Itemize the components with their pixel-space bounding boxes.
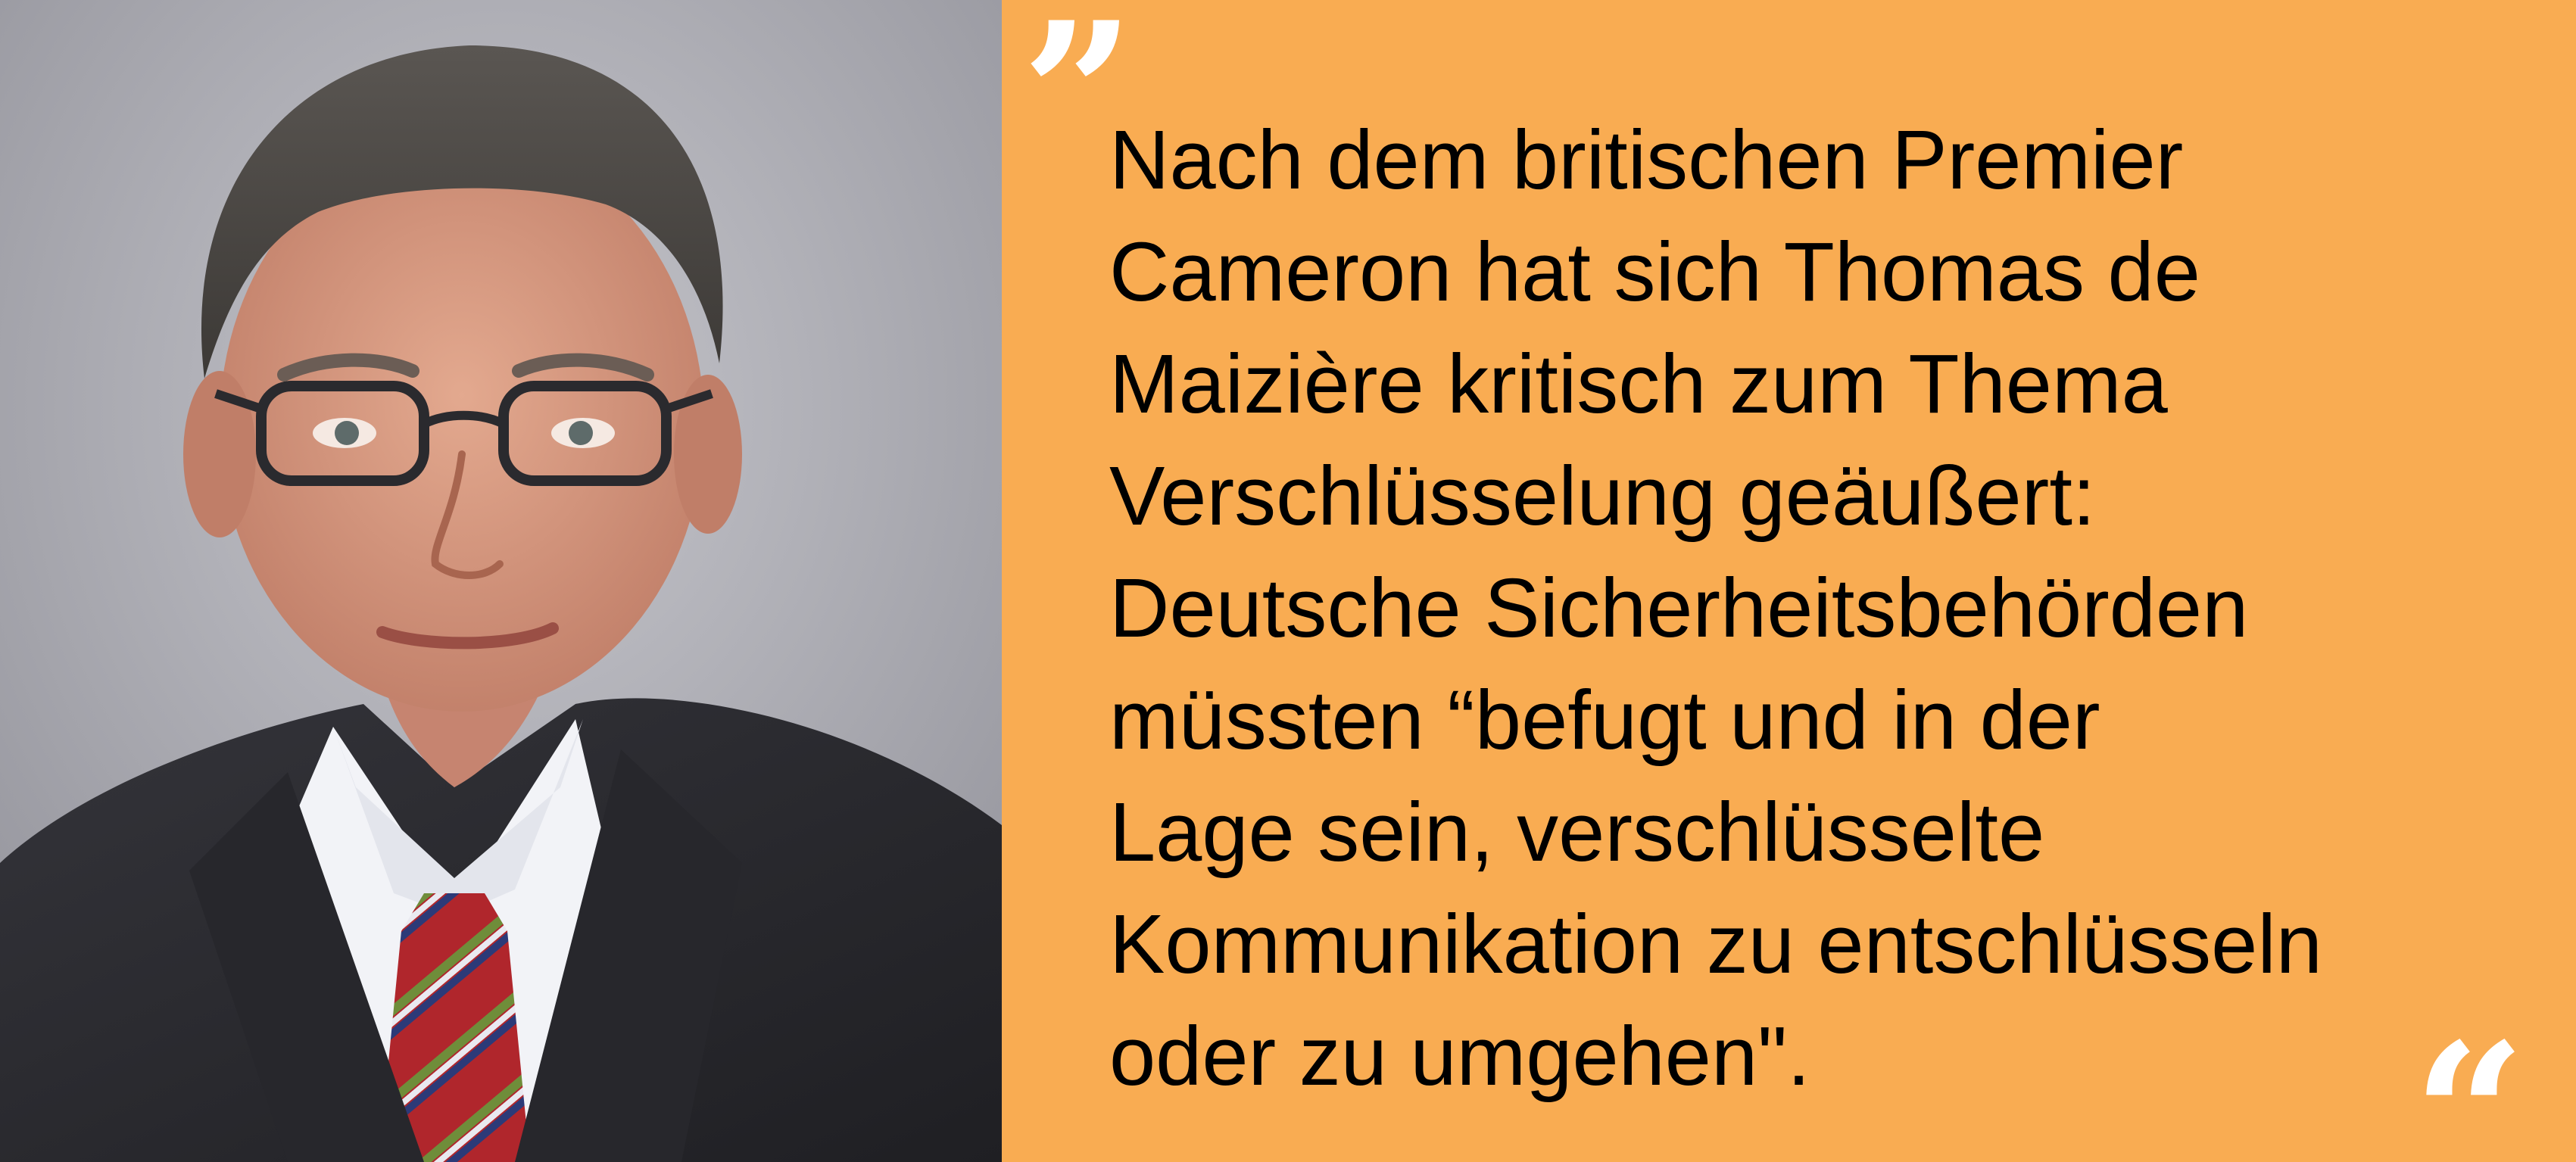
quote-line: Kommunikation zu entschlüsseln	[1109, 898, 2322, 991]
closing-quote-icon: “	[2412, 1001, 2526, 1162]
quote-line: Deutsche Sicherheitsbehörden	[1109, 562, 2249, 655]
quote-line: Cameron hat sich Thomas de	[1109, 226, 2200, 319]
quote-card: ” Nach dem britischen Premier Cameron ha…	[0, 0, 2576, 1162]
quote-line: Lage sein, verschlüsselte	[1109, 786, 2045, 879]
quote-line: Nach dem britischen Premier	[1109, 114, 2184, 207]
quote-line: oder zu umgehen".	[1109, 1010, 1810, 1103]
portrait-photo	[0, 0, 1002, 1162]
quote-panel: ” Nach dem britischen Premier Cameron ha…	[1002, 0, 2576, 1162]
portrait-photo-icon	[0, 0, 1002, 1162]
quote-text: Nach dem britischen Premier Cameron hat …	[1109, 104, 2563, 1113]
quote-line: müssten “befugt und in der	[1109, 674, 2100, 767]
quote-line: Maizière kritisch zum Thema	[1109, 338, 2168, 431]
quote-line: Verschlüsselung geäußert:	[1109, 450, 2096, 543]
